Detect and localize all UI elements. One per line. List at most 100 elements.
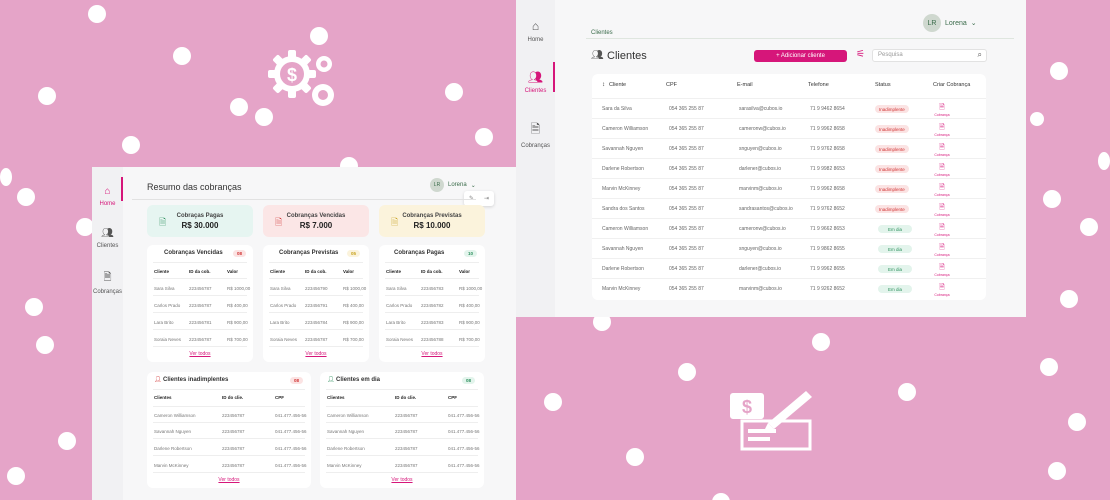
create-charge-button[interactable]: 🗎 Cobrança: [934, 123, 950, 138]
table-row[interactable]: Marvin McKinney 054 365 255 87 marvinm@cub…: [592, 178, 986, 198]
see-all-link[interactable]: Ver todos: [147, 477, 311, 483]
create-charge-label: Cobrança: [934, 173, 950, 177]
create-charge-button[interactable]: 🗎 Cobrança: [934, 283, 950, 298]
create-charge-label: Cobrança: [934, 113, 950, 117]
table-row[interactable]: Sandra dos Santos 054 365 255 87 sandrasan…: [592, 198, 986, 218]
users-icon: 👥︎: [101, 228, 114, 239]
table-row[interactable]: Darlene Robertson 054 365 255 87 darlener@…: [592, 158, 986, 178]
clients-window: ⌂ Home 👥︎ Clientes 🗎 Cobranças Clientes …: [516, 0, 1026, 317]
client-cpf: 054 365 255 87: [669, 266, 704, 272]
client-name: Savannah Nguyen: [602, 246, 644, 252]
table-title: Clientes inadimplentes: [163, 377, 229, 383]
document-add-icon: 🗎: [939, 104, 945, 111]
invoice-sign-icon: $: [730, 391, 812, 451]
create-charge-button[interactable]: 🗎 Cobrança: [934, 163, 950, 178]
table-row[interactable]: Cameron Williamson 054 365 255 87 cameronw…: [592, 118, 986, 138]
breadcrumb[interactable]: Clientes: [591, 30, 613, 36]
document-add-icon: 🗎: [939, 164, 945, 171]
users-icon: 👥︎: [527, 70, 544, 84]
table-row[interactable]: Sara da Silva 054 365 255 87 sarasilva@cub…: [592, 98, 986, 118]
table-card-inadimplentes: 👤︎ Clientes inadimplentes 08 Clientes ID…: [147, 372, 311, 488]
user-name: Lorena: [448, 182, 467, 188]
client-phone: 71 9 9962 8655: [810, 266, 845, 272]
page-title: Clientes: [607, 50, 647, 62]
see-all-link[interactable]: Ver todos: [147, 351, 253, 357]
see-all-link[interactable]: Ver todos: [263, 351, 369, 357]
create-charge-label: Cobrança: [934, 233, 950, 237]
status-badge: Inadimplente: [875, 125, 909, 133]
user-x-icon: 👤︎: [154, 377, 162, 383]
create-charge-button[interactable]: 🗎 Cobrança: [934, 223, 950, 238]
table-row[interactable]: Cameron Williamson 054 365 255 87 cameronw…: [592, 218, 986, 238]
client-email: cameronw@cubos.io: [739, 126, 786, 132]
client-email: marvinm@cubos.io: [739, 186, 782, 192]
nav-cobrancas-label: Cobranças: [520, 143, 550, 149]
user-name: Lorena: [945, 19, 967, 27]
client-phone: 71 9 9762 8652: [810, 206, 845, 212]
table-title: Cobranças Previstas: [279, 250, 339, 256]
create-charge-button[interactable]: 🗎 Cobrança: [934, 183, 950, 198]
create-charge-label: Cobrança: [934, 293, 950, 297]
search-field[interactable]: Pesquisa ⌕: [872, 49, 987, 62]
see-all-link[interactable]: Ver todos: [379, 351, 485, 357]
avatar: LR: [430, 178, 444, 192]
create-charge-button[interactable]: 🗎 Cobrança: [934, 203, 950, 218]
create-charge-button[interactable]: 🗎 Cobrança: [934, 143, 950, 158]
create-charge-button[interactable]: 🗎 Cobrança: [934, 263, 950, 278]
status-badge: Inadimplente: [875, 185, 909, 193]
client-phone: 71 9 9662 8653: [810, 226, 845, 232]
create-charge-label: Cobrança: [934, 213, 950, 217]
chevron-down-icon: ⌄: [470, 182, 476, 189]
client-phone: 71 9 9962 8658: [810, 186, 845, 192]
table-card-previstas: Cobranças Previstas 05 Cliente ID da cob…: [263, 245, 369, 362]
create-charge-button[interactable]: 🗎 Cobrança: [934, 243, 950, 258]
document-add-icon: 🗎: [939, 124, 945, 131]
see-all-link[interactable]: Ver todos: [320, 477, 484, 483]
client-name: Sara da Silva: [602, 106, 632, 112]
kpi-vencidas: 🗎 Cobranças Vencidas R$ 7.000: [263, 205, 369, 237]
user-menu[interactable]: LR Lorena ⌄: [923, 14, 977, 32]
nav-home[interactable]: ⌂ Home: [516, 17, 555, 43]
table-row[interactable]: Savannah Nguyen 054 365 255 87 snguyen@cub…: [592, 238, 986, 258]
add-client-button[interactable]: + Adicionar cliente: [754, 50, 847, 62]
status-badge: Inadimplente: [875, 165, 909, 173]
table-row[interactable]: Darlene Robertson 054 365 255 87 darlener@…: [592, 258, 986, 278]
kpi-previstas: 🗎 Cobranças Previstas R$ 10.000: [379, 205, 485, 237]
client-name: Savannah Nguyen: [602, 146, 644, 152]
client-email: cameronw@cubos.io: [739, 226, 786, 232]
logout-icon[interactable]: ⇥: [484, 195, 489, 202]
document-add-icon: 🗎: [939, 284, 945, 291]
client-cpf: 054 365 255 87: [669, 206, 704, 212]
table-card-pagas: Cobranças Pagas 10 Cliente ID da cob. Va…: [379, 245, 485, 362]
create-charge-button[interactable]: 🗎 Cobrança: [934, 103, 950, 118]
client-cpf: 054 365 255 87: [669, 246, 704, 252]
table-row[interactable]: Marvin McKinney 054 365 255 87 marvinm@cub…: [592, 278, 986, 298]
filter-icon[interactable]: ⚟: [856, 49, 865, 60]
table-title: Cobranças Pagas: [394, 250, 445, 256]
table-card-em-dia: 👤︎ Clientes em dia 08 Clientes ID do cli…: [320, 372, 484, 488]
nav-home-label: Home: [99, 201, 116, 207]
client-cpf: 054 365 255 87: [669, 106, 704, 112]
table-row[interactable]: Savannah Nguyen 054 365 255 87 snguyen@cub…: [592, 138, 986, 158]
search-placeholder: Pesquisa: [878, 52, 903, 58]
nav-cobrancas[interactable]: 🗎 Cobranças: [516, 120, 555, 149]
nav-home[interactable]: ⌂ Home: [92, 181, 123, 207]
user-menu[interactable]: LR Lorena ⌄: [430, 178, 476, 192]
sort-icon[interactable]: ↕: [602, 82, 605, 88]
client-email: sarasilva@cubos.io: [739, 106, 783, 112]
client-phone: 71 9 9262 8652: [810, 286, 845, 292]
avatar: LR: [923, 14, 941, 32]
kpi-pagas: 🗎 Cobraças Pagas R$ 30.000: [147, 205, 253, 237]
document-add-icon: 🗎: [939, 184, 945, 191]
count-badge: 08: [290, 377, 304, 384]
svg-text:$: $: [742, 397, 752, 417]
document-icon: 🗎: [391, 217, 399, 227]
nav-cobrancas[interactable]: 🗎 Cobranças: [92, 267, 123, 295]
nav-clientes[interactable]: 👥︎ Clientes: [516, 68, 555, 94]
users-icon: 👥︎: [591, 50, 604, 61]
status-badge: Inadimplente: [875, 145, 909, 153]
nav-cobrancas-label: Cobranças: [92, 289, 122, 295]
nav-clientes[interactable]: 👥︎ Clientes: [92, 223, 123, 249]
status-badge: Em dia: [878, 245, 912, 253]
count-badge: 05: [347, 250, 361, 257]
